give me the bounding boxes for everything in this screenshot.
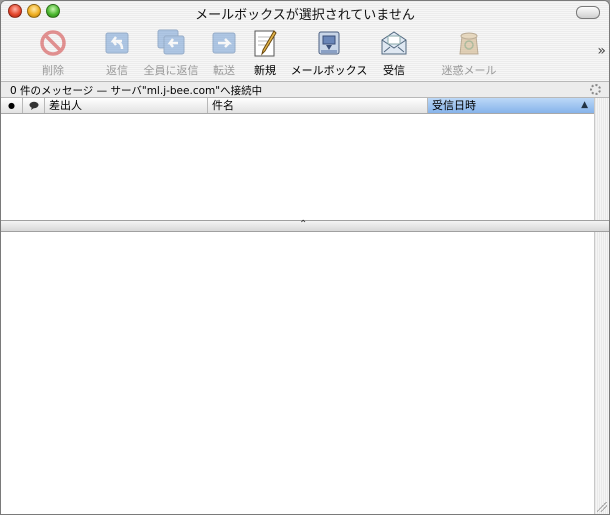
pane-splitter[interactable]: ⌃: [1, 219, 609, 232]
junk-icon: [454, 28, 484, 58]
reply-label: 返信: [106, 64, 128, 77]
column-subject[interactable]: 件名: [208, 98, 428, 113]
toolbar-overflow-button[interactable]: »: [597, 43, 605, 59]
column-from[interactable]: 差出人: [45, 98, 208, 113]
message-list-header: ● 差出人 件名 受信日時 ▲: [1, 98, 594, 114]
toolbar: 削除 返信 全員に返信 転送 新規 メールボックス 受信 迷惑メール »: [1, 23, 609, 81]
delete-button[interactable]: 削除: [31, 28, 75, 78]
compose-icon: [250, 28, 280, 58]
junk-button[interactable]: 迷惑メール: [439, 28, 499, 78]
compose-button[interactable]: 新規: [246, 28, 284, 78]
forward-label: 転送: [213, 64, 235, 77]
column-comment[interactable]: [23, 98, 45, 113]
read-status-icon: ●: [8, 101, 15, 110]
resize-grip-icon[interactable]: [597, 502, 607, 512]
message-list[interactable]: ● 差出人 件名 受信日時 ▲: [1, 98, 609, 220]
reply-all-button[interactable]: 全員に返信: [141, 28, 201, 78]
mailbox-button[interactable]: メールボックス: [288, 28, 370, 78]
mailbox-label: メールボックス: [290, 64, 368, 77]
speech-bubble-icon: [29, 101, 38, 110]
activity-spinner-icon: [590, 84, 601, 95]
reply-all-label: 全員に返信: [143, 64, 199, 77]
column-subject-label: 件名: [212, 99, 234, 112]
mailbox-icon: [314, 28, 344, 58]
mail-window: メールボックスが選択されていません 削除 返信 全員に返信 転送 新規 メールボ…: [0, 0, 610, 515]
get-mail-button[interactable]: 受信: [375, 28, 413, 78]
delete-label: 削除: [42, 64, 64, 77]
column-read-status[interactable]: ●: [1, 98, 23, 113]
get-mail-label: 受信: [383, 64, 405, 77]
compose-label: 新規: [254, 64, 276, 77]
preview-scrollbar[interactable]: [594, 232, 609, 514]
status-text: 0 件のメッセージ — サーバ"ml.j-bee.com"へ接続中: [10, 85, 263, 97]
column-date-received[interactable]: 受信日時 ▲: [428, 98, 594, 113]
column-date-received-label: 受信日時: [432, 99, 476, 112]
status-bar: 0 件のメッセージ — サーバ"ml.j-bee.com"へ接続中: [1, 81, 609, 98]
junk-label: 迷惑メール: [441, 64, 497, 77]
forward-button[interactable]: 転送: [205, 28, 243, 78]
sort-ascending-icon: ▲: [581, 100, 588, 110]
message-preview-pane[interactable]: [1, 232, 609, 514]
column-from-label: 差出人: [49, 99, 82, 112]
splitter-handle-icon: ⌃: [299, 219, 308, 230]
message-list-scrollbar[interactable]: [594, 98, 609, 220]
titlebar[interactable]: メールボックスが選択されていません: [1, 1, 609, 23]
reply-button[interactable]: 返信: [97, 28, 137, 78]
forward-icon: [209, 28, 239, 58]
window-title: メールボックスが選択されていません: [195, 8, 415, 23]
reply-icon: [102, 28, 132, 58]
delete-icon: [38, 28, 68, 58]
reply-all-icon: [156, 28, 186, 58]
get-mail-icon: [379, 28, 409, 58]
toolbar-toggle-button[interactable]: [576, 6, 600, 19]
